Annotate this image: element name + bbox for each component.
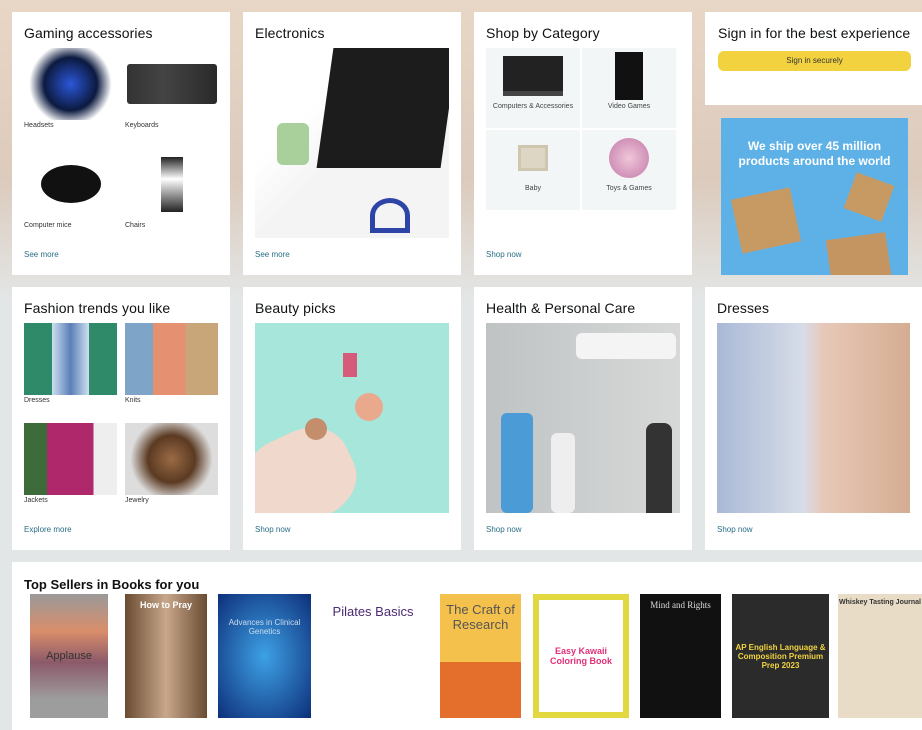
shop-now-link[interactable]: Shop now [717, 525, 753, 534]
book-cover[interactable]: Whiskey Tasting Journal [838, 594, 922, 718]
book-cover[interactable]: The Craft of Research [440, 594, 521, 718]
card-title: Health & Personal Care [486, 300, 636, 316]
shop-now-link[interactable]: Shop now [486, 525, 522, 534]
mouse-image [24, 148, 117, 220]
shipping-ad-banner[interactable]: We ship over 45 million products around … [721, 118, 908, 275]
book-title: Easy Kawaii Coloring Book [539, 600, 623, 712]
category-label: Video Games [607, 103, 651, 110]
card-dresses: Dresses Shop now [705, 287, 922, 550]
card-title: Electronics [255, 25, 325, 41]
item-keyboards[interactable]: Keyboards [125, 48, 218, 129]
card-fashion: Fashion trends you like Dresses Knits Ja… [12, 287, 230, 550]
category-toys-games[interactable]: Toys & Games [582, 130, 676, 210]
item-label: Computer mice [24, 222, 72, 229]
jacket-image [24, 423, 117, 495]
item-knits[interactable]: Knits [125, 323, 218, 404]
book-title: Whiskey Tasting Journal [839, 599, 921, 606]
book-title: Advances in Clinical Genetics [228, 618, 301, 636]
category-label: Baby [525, 185, 541, 192]
shop-now-link[interactable]: Shop now [255, 525, 291, 534]
baby-monitor-image [486, 130, 580, 185]
book-cover[interactable]: Advances in Clinical Genetics [218, 594, 311, 718]
keyboard-image [125, 48, 218, 120]
category-label: Computers & Accessories [492, 103, 574, 110]
item-jewelry[interactable]: Jewelry [125, 423, 218, 504]
health-image [486, 323, 680, 513]
shop-now-link[interactable]: Shop now [486, 250, 522, 259]
card-beauty: Beauty picks Shop now [243, 287, 461, 550]
book-cover[interactable]: AP English Language & Composition Premiu… [732, 594, 829, 718]
card-gaming-accessories: Gaming accessories Headsets Keyboards Co… [12, 12, 230, 275]
book-title: The Craft of Research [446, 602, 515, 632]
category-label: Toys & Games [606, 185, 652, 192]
item-label: Knits [125, 397, 141, 404]
beauty-image [255, 323, 449, 513]
ad-text: We ship over 45 million products around … [738, 139, 891, 168]
book-cover[interactable]: Mind and Rights [640, 594, 721, 718]
card-title: Beauty picks [255, 300, 336, 316]
card-health: Health & Personal Care Shop now [474, 287, 692, 550]
jewelry-image [125, 423, 218, 495]
book-title: Mind and Rights [650, 600, 711, 610]
console-image [582, 48, 676, 103]
card-signin: Sign in for the best experience Sign in … [705, 12, 922, 105]
see-more-link[interactable]: See more [24, 250, 59, 259]
carousel-title: Top Sellers in Books for you [24, 577, 200, 592]
item-label: Jewelry [125, 497, 149, 504]
toy-ball-image [582, 130, 676, 185]
card-electronics: Electronics See more [243, 12, 461, 275]
dresses-image [717, 323, 910, 513]
book-title: AP English Language & Composition Premiu… [735, 642, 826, 670]
category-baby[interactable]: Baby [486, 130, 580, 210]
explore-more-link[interactable]: Explore more [24, 525, 72, 534]
book-title: How to Pray [139, 600, 192, 610]
card-title: Shop by Category [486, 25, 600, 41]
book-cover[interactable]: Easy Kawaii Coloring Book [533, 594, 629, 718]
box-image [825, 232, 893, 275]
item-dresses[interactable]: Dresses [24, 323, 117, 404]
chair-image [125, 148, 218, 220]
see-more-link[interactable]: See more [255, 250, 290, 259]
category-video-games[interactable]: Video Games [582, 48, 676, 128]
box-image [843, 172, 895, 222]
card-title: Gaming accessories [24, 25, 153, 41]
book-title: Applause [46, 650, 92, 662]
electronics-image [255, 48, 449, 238]
card-title: Sign in for the best experience [718, 25, 911, 41]
card-title: Fashion trends you like [24, 300, 171, 316]
item-headsets[interactable]: Headsets [24, 48, 117, 129]
knit-image [125, 323, 218, 395]
item-label: Chairs [125, 222, 146, 229]
book-cover[interactable]: How to Pray [125, 594, 207, 718]
box-image [730, 187, 802, 254]
book-cover[interactable]: Applause [30, 594, 108, 718]
laptop-image [486, 48, 580, 103]
item-computer-mice[interactable]: Computer mice [24, 148, 117, 229]
item-label: Headsets [24, 122, 54, 129]
headset-image [24, 48, 117, 120]
item-jackets[interactable]: Jackets [24, 423, 117, 504]
item-label: Jackets [24, 497, 48, 504]
sign-in-button[interactable]: Sign in securely [718, 51, 911, 71]
item-label: Dresses [24, 397, 50, 404]
card-shop-by-category: Shop by Category Computers & Accessories… [474, 12, 692, 275]
book-cover[interactable]: Pilates Basics [318, 594, 428, 718]
item-label: Keyboards [125, 122, 159, 129]
item-chairs[interactable]: Chairs [125, 148, 218, 229]
category-computers[interactable]: Computers & Accessories [486, 48, 580, 128]
book-title: Pilates Basics [332, 604, 414, 619]
dress-image [24, 323, 117, 395]
card-title: Dresses [717, 300, 770, 316]
